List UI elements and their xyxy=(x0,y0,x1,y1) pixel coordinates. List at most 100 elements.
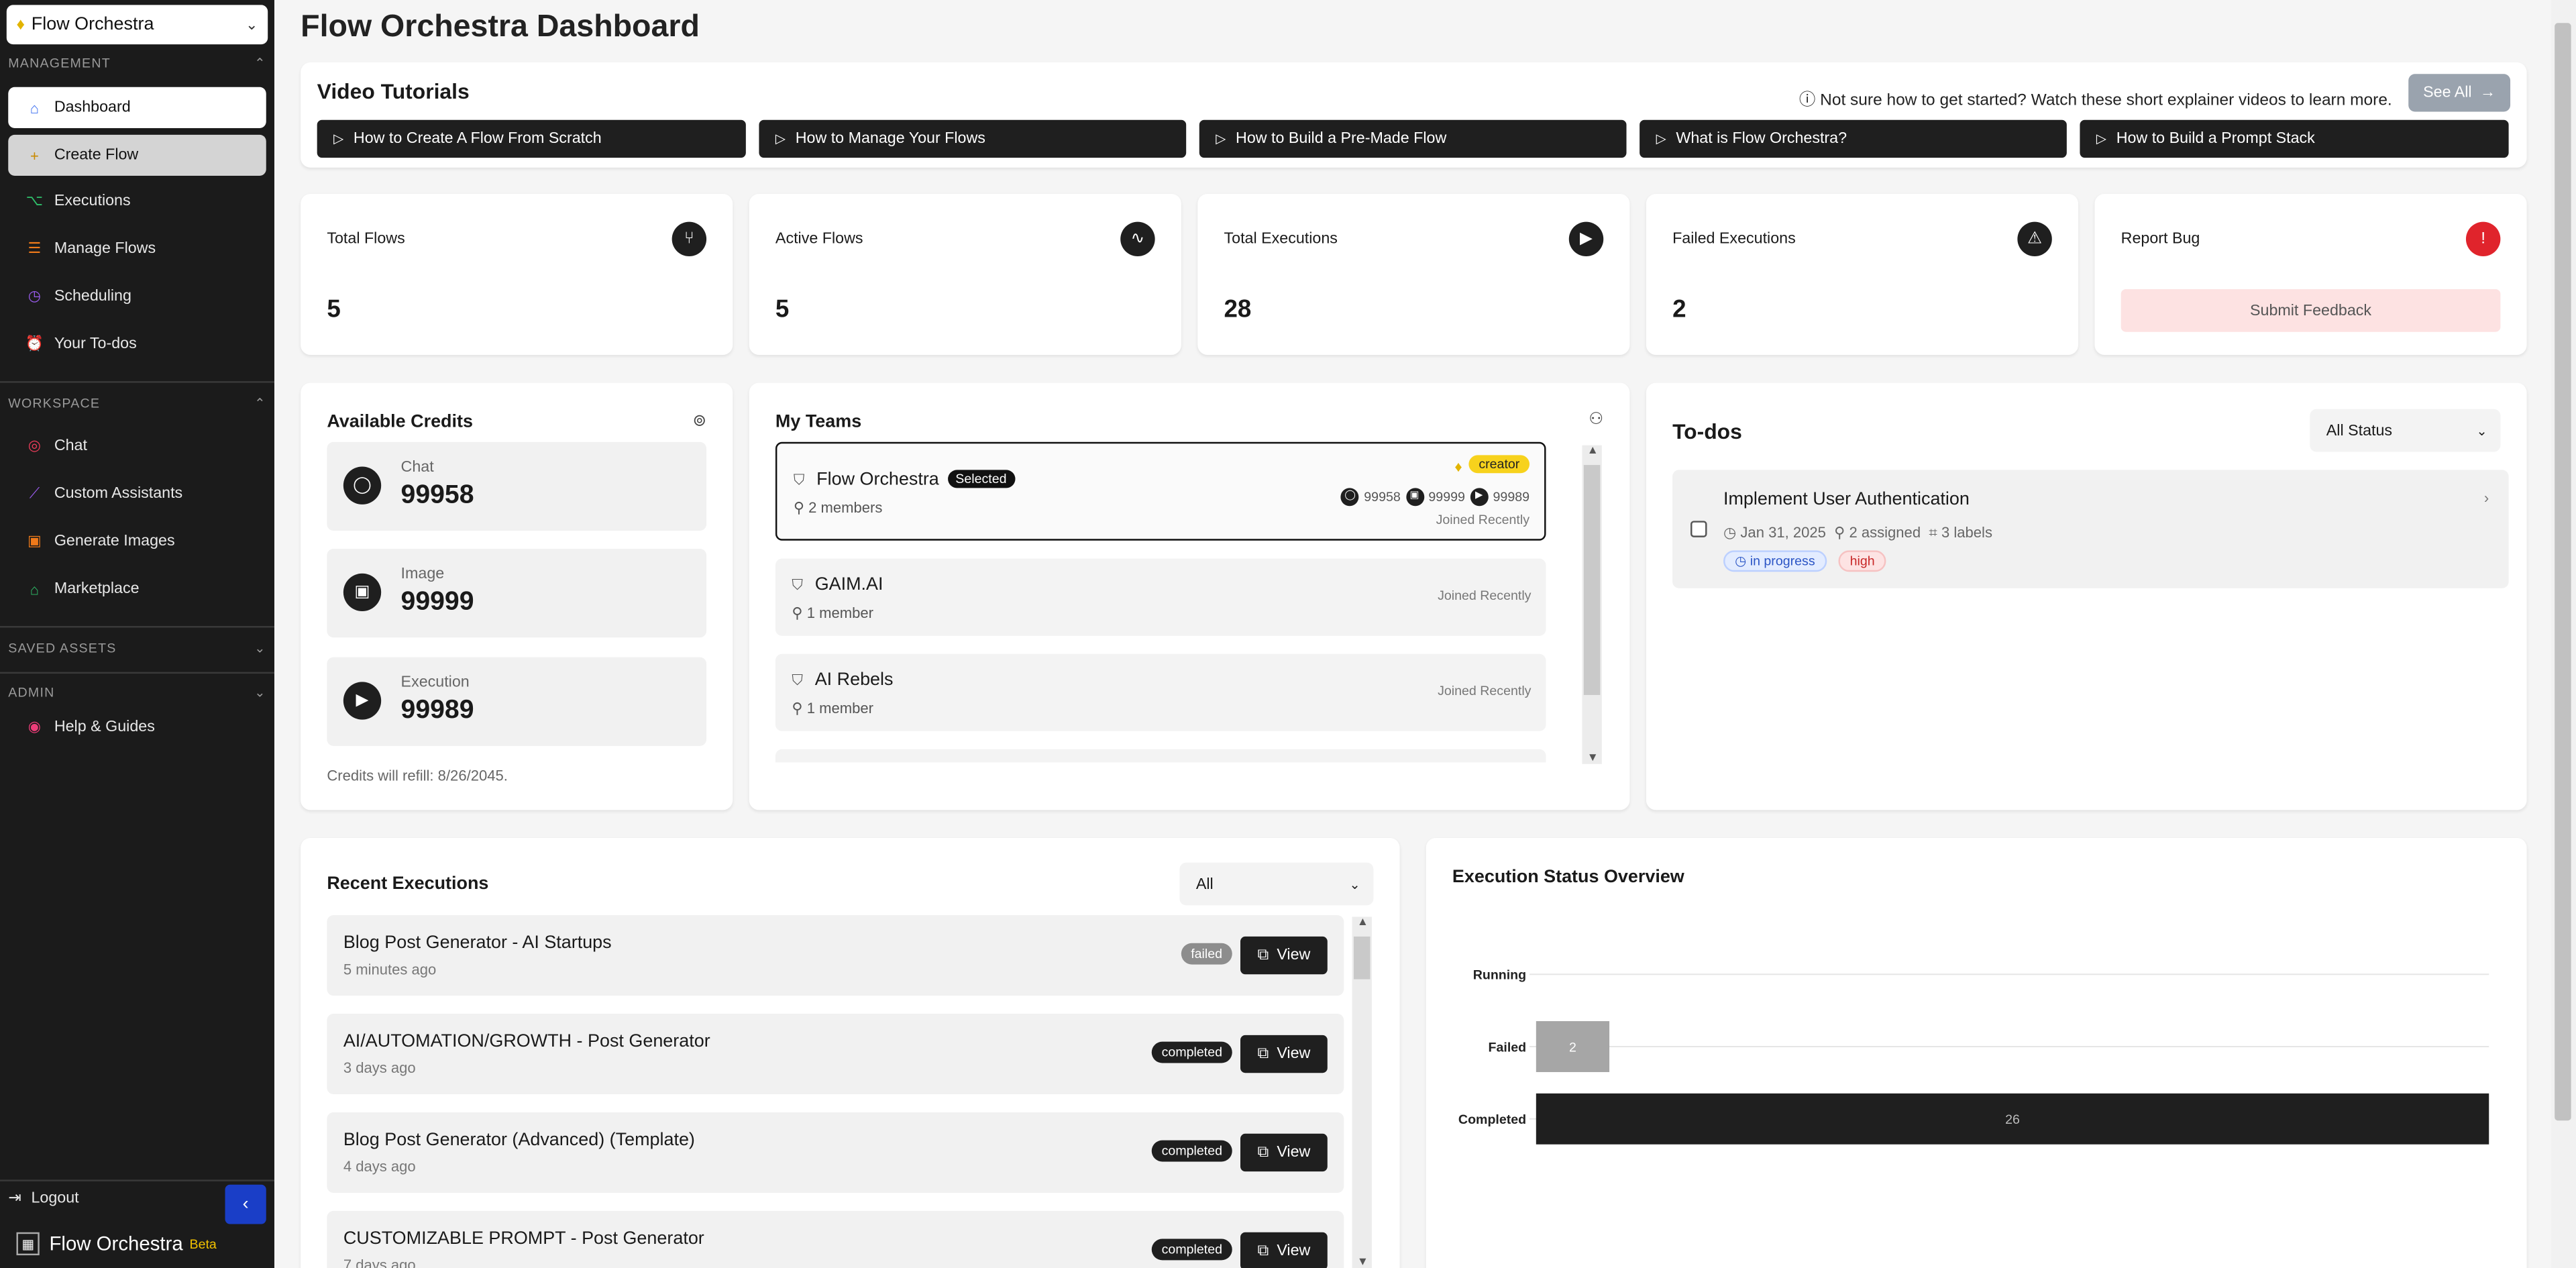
team-item-gaim[interactable]: ⛉ GAIM.AI ⚲ 1 member Joined Recently xyxy=(775,558,1546,636)
scroll-up-icon[interactable]: ▲ xyxy=(1587,445,1599,457)
nav-label: Marketplace xyxy=(54,580,140,598)
available-credits-card: Available Credits ⊚ ◯ Chat 99958 ▣ Image… xyxy=(301,382,733,810)
chevron-right-icon[interactable]: › xyxy=(2484,490,2489,506)
team-joined: Joined Recently xyxy=(1436,513,1530,528)
video-tutorials-hint: ⓘ Not sure how to get started? Watch the… xyxy=(1799,85,2392,110)
team-credit-stats: ◯ 99958 ▣ 99999 ▶ 99989 xyxy=(1340,488,1529,507)
clock-icon: ◷ xyxy=(28,287,42,305)
store-icon: ⌂ xyxy=(30,580,40,598)
stat-failed-executions: Failed Executions ⚠ 2 xyxy=(1646,193,2078,355)
view-button[interactable]: ⧉ View xyxy=(1240,1232,1328,1268)
execution-time: 5 minutes ago xyxy=(343,961,437,978)
stat-value: 28 xyxy=(1224,295,1252,324)
todo-item[interactable]: Implement User Authentication ◷ Jan 31, … xyxy=(1672,470,2509,588)
nav-executions[interactable]: ⌥ Executions xyxy=(8,180,266,221)
tag-icon: ⌗ xyxy=(1929,524,1937,541)
credits-refill-note: Credits will refill: 8/26/2045. xyxy=(327,767,508,784)
video-button[interactable]: ▷ What is Flow Orchestra? xyxy=(1640,119,2067,158)
chevron-down-icon: ⌄ xyxy=(1349,876,1360,892)
view-button[interactable]: ⧉ View xyxy=(1240,936,1328,975)
see-all-button[interactable]: See All → xyxy=(2408,74,2511,112)
team-members: ⚲ 1 member xyxy=(792,604,873,621)
nav-label: Chat xyxy=(54,437,87,456)
execution-time: 4 days ago xyxy=(343,1158,416,1175)
section-workspace[interactable]: WORKSPACE ⌃ xyxy=(8,396,266,411)
section-saved-assets[interactable]: SAVED ASSETS ⌄ xyxy=(8,641,266,655)
team-joined: Joined Recently xyxy=(1438,588,1532,603)
executions-icon: ⌥ xyxy=(25,192,44,209)
scroll-up-icon[interactable]: ▲ xyxy=(1357,917,1368,929)
nav-chat[interactable]: ◎ Chat xyxy=(8,425,266,466)
chevron-up-icon: ⌃ xyxy=(254,56,266,71)
logout-button[interactable]: ⇥ Logout xyxy=(8,1190,78,1208)
nav-manage-flows[interactable]: ☰ Manage Flows xyxy=(8,228,266,269)
page-scroll-thumb[interactable] xyxy=(2555,23,2571,1121)
page-scrollbar[interactable] xyxy=(2551,0,2576,1268)
view-label: View xyxy=(1277,1045,1311,1063)
activity-icon: ∿ xyxy=(1120,221,1155,257)
scroll-thumb[interactable] xyxy=(1353,936,1371,980)
execution-item[interactable]: Blog Post Generator - AI Startups 5 minu… xyxy=(327,915,1344,996)
workspace-selector[interactable]: ♦ Flow Orchestra ⌄ xyxy=(6,5,268,45)
video-button[interactable]: ▷ How to Build a Prompt Stack xyxy=(2080,119,2509,158)
execution-time: 7 days ago xyxy=(343,1257,416,1268)
stat-label: Total Flows xyxy=(327,229,405,248)
nav-generate-images[interactable]: ▣ Generate Images xyxy=(8,521,266,562)
todo-checkbox[interactable] xyxy=(1690,521,1707,537)
view-label: View xyxy=(1277,1242,1311,1261)
stat-active-flows: Active Flows ∿ 5 xyxy=(749,193,1181,355)
section-label: WORKSPACE xyxy=(8,396,101,411)
team-item-flow-orchestra[interactable]: ⛉ Flow Orchestra Selected ⚲ 2 members ♦ c… xyxy=(775,441,1546,541)
nav-create-flow[interactable]: + Create Flow xyxy=(8,134,266,176)
filter-value: All Status xyxy=(2326,421,2393,440)
nav-marketplace[interactable]: ⌂ Marketplace xyxy=(8,568,266,609)
selected-badge: Selected xyxy=(947,470,1015,488)
play-icon: ▶ xyxy=(1470,488,1489,507)
executions-filter[interactable]: All ⌄ xyxy=(1179,862,1374,906)
nav-your-todos[interactable]: ⏰ Your To-dos xyxy=(8,323,266,364)
nav-custom-assistants[interactable]: ⟋ Custom Assistants xyxy=(8,473,266,514)
execution-item[interactable]: Blog Post Generator (Advanced) (Template… xyxy=(327,1112,1344,1193)
todo-status-filter[interactable]: All Status ⌄ xyxy=(2310,409,2501,452)
priority-badge: high xyxy=(1838,550,1886,572)
nav-dashboard[interactable]: ⌂ Dashboard xyxy=(8,87,266,129)
view-button[interactable]: ⧉ View xyxy=(1240,1035,1328,1073)
executions-scrollbar[interactable]: ▲ ▼ xyxy=(1352,916,1372,1268)
play-icon: ▷ xyxy=(1216,131,1226,146)
nav-scheduling[interactable]: ◷ Scheduling xyxy=(8,276,266,317)
section-management[interactable]: MANAGEMENT ⌃ xyxy=(8,56,266,70)
wand-icon: ⟋ xyxy=(29,484,40,501)
image-icon: ▣ xyxy=(27,532,42,549)
submit-feedback-button[interactable]: Submit Feedback xyxy=(2121,289,2501,332)
video-label: How to Create A Flow From Scratch xyxy=(353,129,602,148)
scroll-down-icon[interactable]: ▼ xyxy=(1357,1257,1368,1268)
todos-title: To-dos xyxy=(1672,419,1742,444)
scroll-down-icon[interactable]: ▼ xyxy=(1587,753,1599,764)
video-button[interactable]: ▷ How to Manage Your Flows xyxy=(759,119,1187,158)
execution-time: 3 days ago xyxy=(343,1059,416,1077)
view-label: View xyxy=(1277,946,1311,965)
section-admin[interactable]: ADMIN ⌄ xyxy=(8,685,266,700)
teams-scrollbar[interactable]: ▲ ▼ xyxy=(1582,445,1602,764)
todo-assigned: 2 assigned xyxy=(1849,524,1921,541)
team-joined: Joined Recently xyxy=(1438,683,1532,698)
credit-value: 99999 xyxy=(400,588,474,617)
nav-label: Custom Assistants xyxy=(54,484,183,503)
section-label: SAVED ASSETS xyxy=(8,641,117,656)
view-button[interactable]: ⧉ View xyxy=(1240,1133,1328,1172)
arrow-right-icon: → xyxy=(2479,83,2496,102)
execution-item[interactable]: AI/AUTOMATION/GROWTH - Post Generator 3 … xyxy=(327,1014,1344,1095)
credit-chat: ◯ Chat 99958 xyxy=(327,441,707,531)
collapse-sidebar-button[interactable]: ‹ xyxy=(225,1184,266,1224)
video-button[interactable]: ▷ How to Build a Pre-Made Flow xyxy=(1199,119,1627,158)
video-button[interactable]: ▷ How to Create A Flow From Scratch xyxy=(317,119,746,158)
scroll-thumb[interactable] xyxy=(1583,465,1601,695)
execution-item[interactable]: CUSTOMIZABLE PROMPT - Post Generator 7 d… xyxy=(327,1210,1344,1268)
brand: ▦ Flow Orchestra Beta xyxy=(16,1232,217,1256)
play-icon: ▷ xyxy=(2096,131,2107,146)
team-item-ai-rebels[interactable]: ⛉ AI Rebels ⚲ 1 member Joined Recently xyxy=(775,653,1546,731)
status-badge: ◷ in progress xyxy=(1723,550,1827,572)
nav-help-guides[interactable]: ◉ Help & Guides xyxy=(8,706,266,747)
gem-icon: ♦ xyxy=(16,15,25,34)
status-badge: completed xyxy=(1151,1238,1232,1261)
